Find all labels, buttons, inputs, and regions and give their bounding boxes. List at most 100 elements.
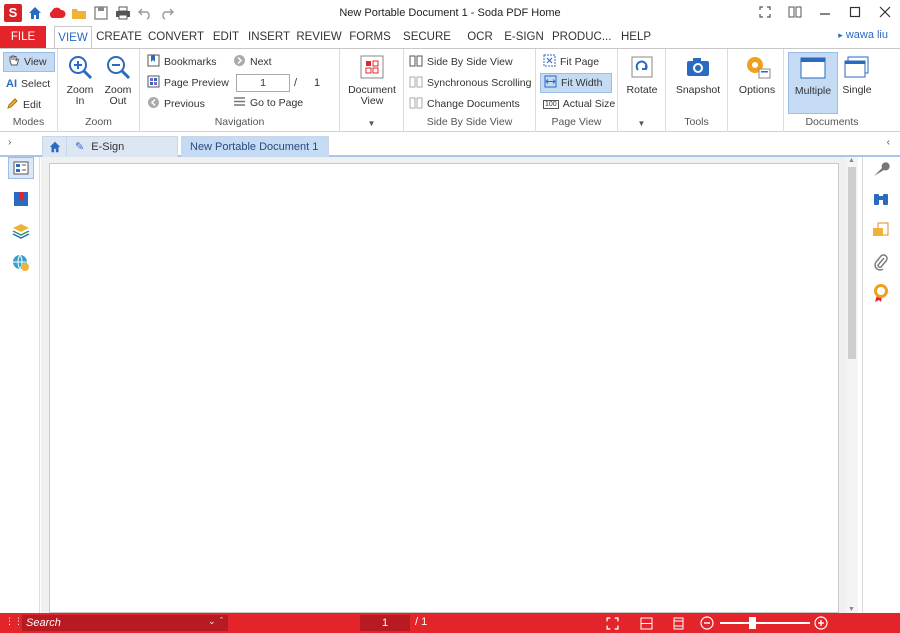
esign-manager-tab[interactable]: ✎ E-Sign Manager [66,136,178,174]
bookmarks-button[interactable]: Bookmarks [144,52,220,72]
scrollbar-thumb[interactable] [848,167,856,359]
fit-page-status-icon[interactable] [670,615,686,631]
page-number-input[interactable]: 1 [236,74,290,92]
zoom-out-status-icon[interactable] [699,615,715,631]
single-document-button[interactable]: Single [840,52,874,96]
vertical-scrollbar[interactable]: ▲ ▼ [846,157,858,613]
actual-size-icon: 100 [543,99,559,109]
attachment-icon[interactable] [869,251,893,275]
search-up-chevron-icon[interactable]: ˆ [220,616,223,626]
side-by-side-view-button[interactable]: Side By Side View [406,52,516,72]
select-mode-button[interactable]: AI Select [3,74,53,94]
page-preview-button[interactable]: Page Preview [144,73,232,93]
grip-icon: ⋮⋮ [5,616,23,626]
tab-forms[interactable]: FORMS [348,26,392,48]
links-panel-icon[interactable] [9,251,33,275]
document-view-label: Document View [348,84,396,107]
options-button[interactable]: Options [732,52,782,96]
comments-icon[interactable] [869,219,893,243]
multiple-documents-button[interactable]: Multiple [788,52,838,114]
bookmarks-panel-icon[interactable] [9,187,33,211]
user-account[interactable]: ▸ wawa liu [838,29,888,41]
status-bar: ⋮⋮ Search ⌄ ˆ 1 / 1 [0,613,900,633]
home-tab-icon [49,141,61,153]
tab-esign[interactable]: E-SIGN [502,26,546,48]
zoom-slider-thumb[interactable] [748,617,756,629]
wrench-icon[interactable] [869,157,893,181]
fit-page-button[interactable]: Fit Page [540,52,602,72]
go-to-page-button[interactable]: Go to Page [230,93,306,113]
left-panel-toggle-icon[interactable]: › [8,137,11,148]
rotate-dropdown-arrow-icon[interactable]: ▼ [618,119,665,128]
status-page-input[interactable]: 1 [360,615,410,631]
tab-ocr[interactable]: OCR [464,26,496,48]
search-options-chevron-icon[interactable]: ⌄ [208,616,216,627]
tab-review[interactable]: REVIEW [296,26,342,48]
fullscreen-icon[interactable] [750,0,780,24]
scroll-up-arrow-icon[interactable]: ▲ [848,157,855,164]
tab-help[interactable]: HELP [618,26,654,48]
page-preview-icon [147,75,160,91]
zoom-in-status-icon[interactable] [813,615,829,631]
tab-secure[interactable]: SECURE ... [398,26,456,65]
pdf-page[interactable] [49,163,839,613]
zoom-in-button[interactable]: Zoom In [62,52,98,107]
view-mode-button[interactable]: View [3,52,55,72]
document-view-button[interactable]: Document View [346,52,398,107]
home-tab[interactable] [42,136,68,157]
thumbnails-panel-icon[interactable] [8,157,34,179]
arrow-right-circle-icon [233,54,246,70]
actual-size-label: Actual Size [562,98,616,110]
sync-scroll-icon [409,76,423,91]
binoculars-icon[interactable] [869,187,893,211]
right-panel-toggle-icon[interactable]: ‹ [887,137,890,148]
text-select-icon: AI [6,78,17,90]
tab-edit[interactable]: EDIT [210,26,242,48]
options-label: Options [738,84,776,96]
scroll-down-arrow-icon[interactable]: ▼ [848,606,855,613]
close-icon[interactable] [870,0,900,24]
change-documents-button[interactable]: Change Documents [406,94,523,114]
go-to-page-label: Go to Page [250,97,304,109]
dropdown-arrow-icon[interactable]: ▼ [340,119,403,128]
gear-icon [742,52,772,82]
fit-width-button[interactable]: Fit Width [540,73,612,93]
tab-file[interactable]: FILE [0,26,46,48]
tab-create[interactable]: CREATE [96,26,142,48]
tab-view[interactable]: VIEW [54,26,92,49]
bookmarks-icon [147,54,160,70]
ribbon-tabs: FILE VIEW CREATE CONVERT EDIT INSERT REV… [0,26,900,65]
reading-mode-icon[interactable] [780,0,810,24]
edit-mode-button[interactable]: Edit [3,95,44,115]
group-label-side-by-side: Side By Side View [426,116,513,128]
fit-width-status-icon[interactable] [638,615,654,631]
layers-panel-icon[interactable] [9,219,33,243]
previous-page-button[interactable]: Previous [144,94,208,114]
right-sidebar [862,157,900,613]
chevron-right-icon: ▸ [838,30,843,40]
title-bar: S New Portable Document 1 - Soda PDF Hom… [0,0,900,26]
select-mode-label: Select [21,78,51,90]
page-separator: / [294,77,298,89]
change-documents-label: Change Documents [427,98,520,110]
zoom-out-button[interactable]: Zoom Out [100,52,136,107]
fit-page-label: Fit Page [560,56,600,68]
page-preview-label: Page Preview [164,77,229,89]
minimize-icon[interactable] [810,0,840,24]
certificate-badge-icon[interactable] [869,281,893,305]
fullscreen-status-icon[interactable] [604,615,620,631]
synchronous-scrolling-button[interactable]: Synchronous Scrolling [406,73,534,93]
tab-convert[interactable]: CONVERT [148,26,204,48]
zoom-slider[interactable] [720,622,810,624]
group-label-tools: Tools [684,116,709,128]
maximize-icon[interactable] [840,0,870,24]
snapshot-button[interactable]: Snapshot [670,52,726,96]
tab-products[interactable]: PRODUC... [552,26,611,48]
rotate-button[interactable]: Rotate [622,52,662,96]
next-page-button[interactable]: Next [230,52,275,72]
actual-size-button[interactable]: 100 Actual Size [540,94,618,114]
tab-insert[interactable]: INSERT [248,26,290,48]
document-tab-new-portable-document[interactable]: New Portable Document 1 × [181,136,329,174]
snapshot-label: Snapshot [675,84,721,96]
search-input[interactable]: Search [22,615,228,631]
